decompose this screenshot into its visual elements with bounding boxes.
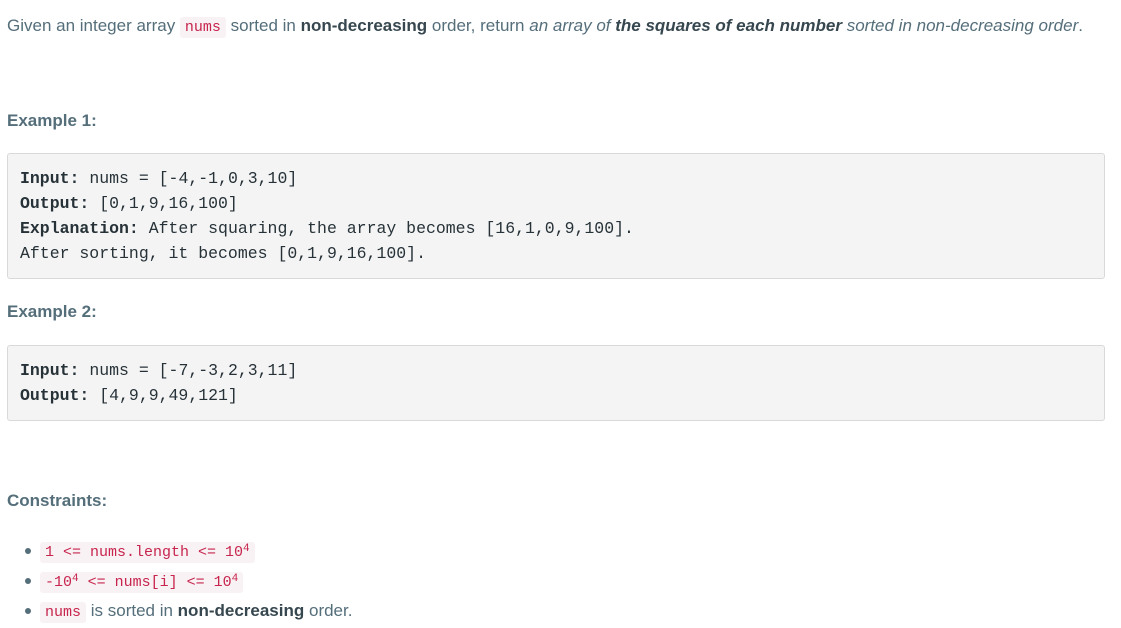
example-2-block: Input: nums = [-7,-3,2,3,11] Output: [4,… [7, 345, 1105, 421]
example-1-explanation-value-2: After sorting, it becomes [0,1,9,16,100]… [20, 244, 426, 263]
constraint-exponent: 4 [72, 573, 79, 585]
statement-bold: non-decreasing [300, 16, 428, 35]
statement-italic: sorted in non-decreasing order [841, 16, 1079, 35]
example-2-input-value: nums = [-7,-3,2,3,11] [79, 361, 298, 380]
statement-text: order, return [427, 16, 530, 35]
problem-statement: Given an integer array nums sorted in no… [7, 12, 1083, 42]
constraint-text: order. [304, 601, 353, 620]
statement-bold-italic: the squares of each number [615, 16, 842, 35]
constraints-heading: Constraints: [7, 491, 108, 510]
constraint-bold: non-decreasing [177, 601, 305, 620]
example-1-input-label: Input: [20, 169, 80, 188]
constraint-item: 1 <= nums.length <= 104 [25, 536, 352, 566]
bullet-icon [25, 608, 31, 614]
constraint-code: -104 <= nums[i] <= 104 [40, 572, 244, 593]
statement-text: sorted in [225, 16, 301, 35]
example-1-input-value: nums = [-4,-1,0,3,10] [79, 169, 298, 188]
bullet-icon [25, 578, 31, 584]
statement-text: Given an integer array [7, 16, 180, 35]
example-1-output-value: [0,1,9,16,100] [89, 194, 238, 213]
example-2-output-value: [4,9,9,49,121] [89, 386, 238, 405]
statement-italic: an array of [529, 16, 616, 35]
example-1-block: Input: nums = [-4,-1,0,3,10] Output: [0,… [7, 153, 1105, 279]
example-1-output-label: Output: [20, 194, 90, 213]
constraint-exponent: 4 [243, 543, 250, 555]
constraint-code-text: <= nums[i] <= 10 [78, 574, 232, 591]
constraint-text: is sorted in [86, 601, 178, 620]
inline-code-nums: nums [179, 17, 226, 38]
example-1-explanation-value: After squaring, the array becomes [16,1,… [138, 219, 634, 238]
constraint-item: nums is sorted in non-decreasing order. [25, 596, 353, 626]
constraint-exponent: 4 [231, 573, 239, 585]
statement-text: . [1078, 16, 1083, 35]
constraint-code-text: 1 <= nums.length <= 10 [45, 544, 244, 561]
bullet-icon [25, 548, 31, 554]
example-1-heading: Example 1: [7, 111, 97, 130]
example-2-output-label: Output: [20, 386, 90, 405]
example-2-input-label: Input: [20, 361, 80, 380]
constraints-list: 1 <= nums.length <= 104 -104 <= nums[i] … [7, 536, 352, 626]
constraint-code-text: -10 [45, 574, 73, 591]
example-1-explanation-label: Explanation: [20, 219, 139, 238]
example-2-heading: Example 2: [7, 302, 97, 321]
constraint-code: 1 <= nums.length <= 104 [40, 542, 255, 563]
constraint-item: -104 <= nums[i] <= 104 [25, 566, 352, 596]
